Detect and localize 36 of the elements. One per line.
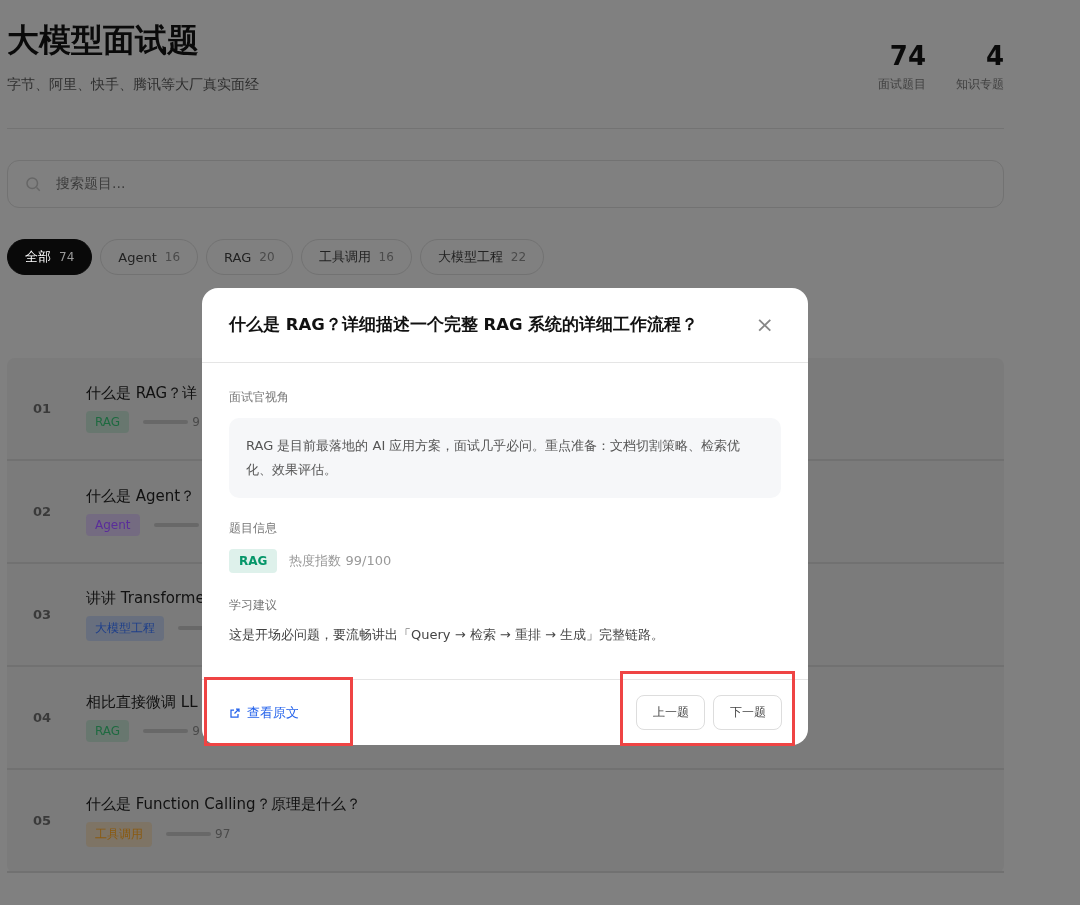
- search-field[interactable]: 搜索题目...: [7, 160, 1004, 208]
- page-title: 大模型面试题: [7, 20, 200, 61]
- close-button[interactable]: ×: [755, 314, 774, 336]
- category-tag: 大模型工程: [86, 615, 164, 641]
- question-number: 01: [33, 401, 53, 416]
- stat-value: 74: [889, 40, 926, 72]
- stat-value: 4: [985, 40, 1004, 72]
- question-title[interactable]: 什么是 RAG？详: [86, 384, 200, 403]
- study-tip: 这是开场必问题，要流畅讲出「Query → 检索 → 重排 → 生成」完整链路。: [229, 626, 665, 644]
- category-tag: RAG: [229, 549, 278, 573]
- question-number: 05: [33, 813, 53, 828]
- section-heading: 面试官视角: [229, 389, 290, 406]
- question-number: 04: [33, 710, 53, 725]
- filter-chip[interactable]: 全部 74: [7, 239, 93, 275]
- section-heading: 题目信息: [229, 520, 278, 537]
- nav-button[interactable]: 上一题: [636, 695, 705, 730]
- heat-index: 热度指数 99/100: [289, 552, 392, 570]
- category-tag: RAG: [86, 411, 130, 433]
- interviewer-note: RAG 是目前最落地的 AI 应用方案，面试几乎必问。重点准备：文档切割策略、检索优化、效果评估。: [229, 418, 781, 498]
- category-tag: 工具调用: [86, 821, 152, 847]
- question-title[interactable]: 什么是 Agent？: [86, 487, 199, 506]
- nav-button[interactable]: 下一题: [713, 695, 782, 730]
- question-title[interactable]: 相比直接微调 LL: [86, 693, 200, 712]
- category-tag: Agent: [86, 514, 140, 536]
- view-source-link[interactable]: 查看原文: [229, 703, 299, 722]
- dialog-title: 什么是 RAG？详细描述一个完整 RAG 系统的详细工作流程？: [229, 314, 699, 336]
- section-heading: 学习建议: [229, 597, 278, 614]
- category-tag: RAG: [86, 720, 130, 742]
- search-icon: [24, 175, 42, 193]
- question-title[interactable]: 什么是 Function Calling？原理是什么？: [86, 794, 361, 814]
- stat-label: 面试题目: [878, 76, 926, 93]
- page-subtitle: 字节、阿里、快手、腾讯等大厂真实面经: [7, 76, 259, 94]
- question-number: 03: [33, 607, 53, 622]
- external-link-icon: [229, 706, 241, 719]
- question-number: 02: [33, 504, 53, 519]
- stat-label: 知识专题: [956, 76, 1004, 93]
